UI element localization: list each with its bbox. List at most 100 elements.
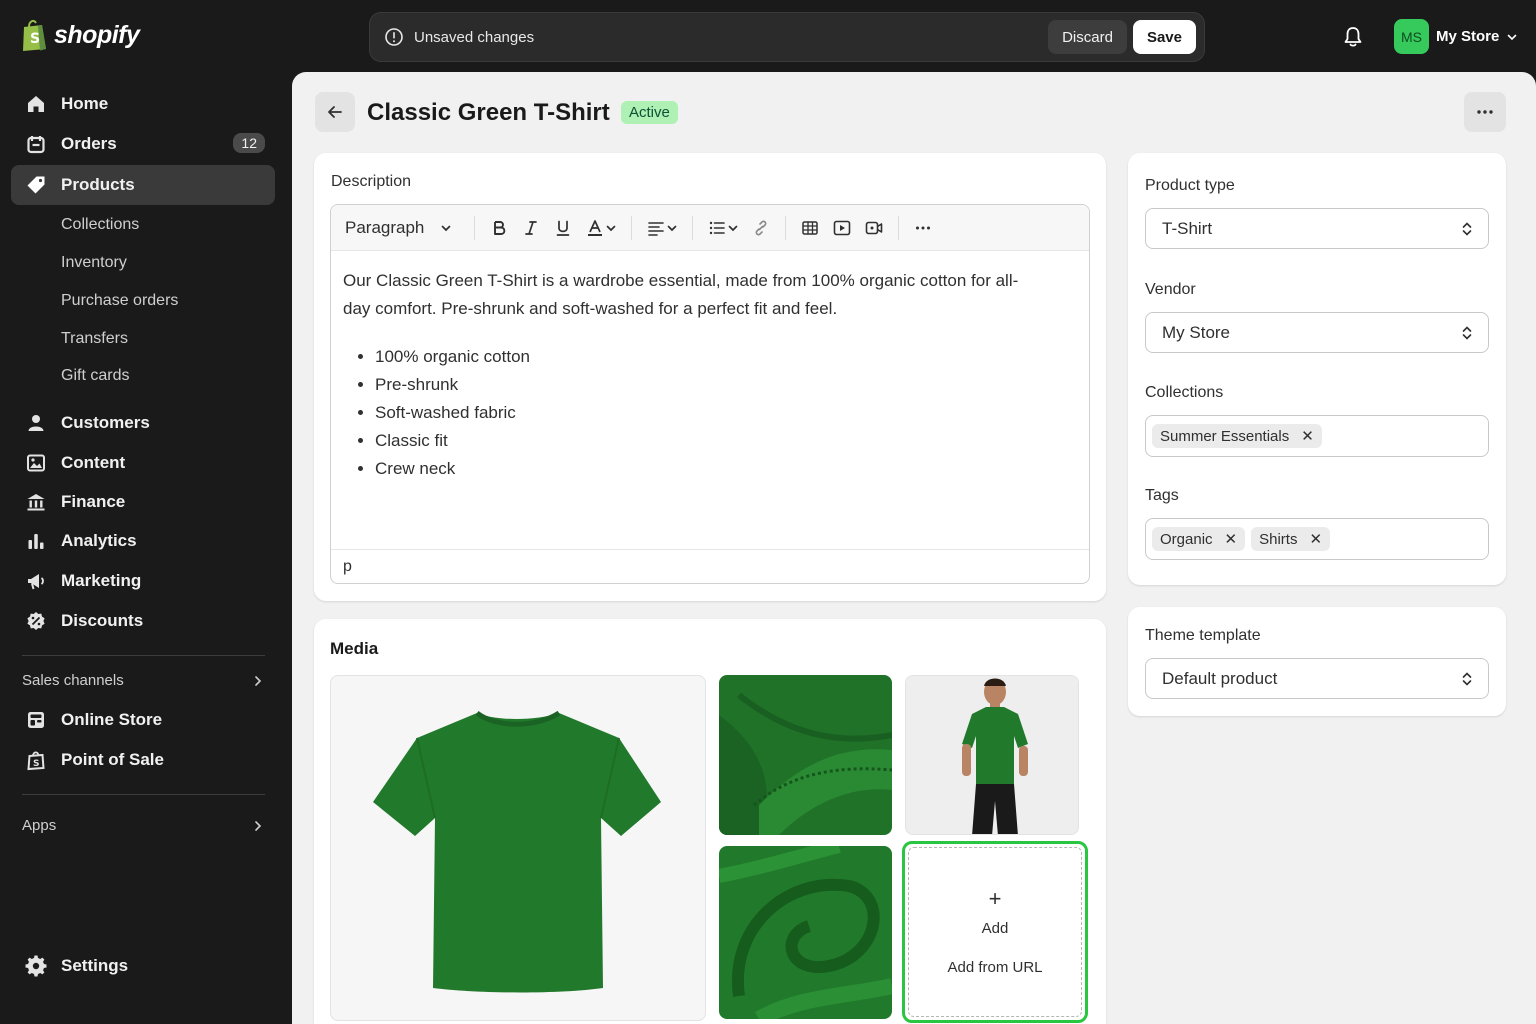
sidebar-item-home[interactable]: Home: [11, 84, 275, 124]
main-content: Classic Green T-Shirt Active Description…: [292, 72, 1536, 1024]
sidebar-item-point-of-sale[interactable]: S Point of Sale: [11, 740, 275, 780]
svg-text:S: S: [30, 31, 40, 47]
chevron-down-icon: [1508, 34, 1517, 40]
sidebar-item-products[interactable]: Products: [11, 165, 275, 205]
ellipsis-icon: [916, 226, 931, 229]
remove-tag-icon[interactable]: ✕: [1225, 530, 1238, 548]
add-media-dropzone[interactable]: + Add Add from URL: [902, 841, 1088, 1023]
more-formatting-button[interactable]: [907, 212, 939, 244]
list-item: 100% organic cotton: [375, 343, 1077, 371]
sidebar-item-label: Customers: [61, 413, 150, 432]
sales-channels-header[interactable]: Sales channels: [22, 672, 265, 689]
image-icon: [25, 452, 47, 474]
media-title: Media: [330, 639, 379, 658]
sidebar-subitem-gift-cards[interactable]: Gift cards: [61, 367, 129, 385]
add-media-button[interactable]: Add: [982, 920, 1009, 937]
sidebar-item-label: Discounts: [61, 611, 144, 630]
sidebar-item-online-store[interactable]: Online Store: [11, 700, 275, 740]
product-type-select[interactable]: T-Shirt: [1145, 208, 1489, 249]
underline-button[interactable]: [547, 212, 579, 244]
table-button[interactable]: [794, 212, 826, 244]
back-button[interactable]: [315, 92, 355, 132]
product-organization-card: Product type T-Shirt Vendor My Store Col…: [1128, 153, 1506, 585]
sidebar-item-customers[interactable]: Customers: [11, 403, 275, 443]
sidebar-item-discounts[interactable]: Discounts: [11, 601, 275, 641]
sales-channels-label: Sales channels: [22, 672, 124, 689]
select-arrows-icon: [1462, 671, 1472, 686]
sidebar-item-label: Analytics: [61, 531, 137, 550]
theme-template-select[interactable]: Default product: [1145, 658, 1489, 699]
tags-label: Tags: [1145, 487, 1179, 504]
list-button[interactable]: [701, 212, 745, 244]
insert-video-button[interactable]: [826, 212, 858, 244]
fabric-texture-image: [719, 846, 892, 1019]
italic-button[interactable]: [515, 212, 547, 244]
align-button[interactable]: [640, 212, 684, 244]
chevron-right-icon: [255, 675, 262, 686]
sidebar-subitem-inventory[interactable]: Inventory: [61, 254, 127, 272]
media-image-model[interactable]: [905, 675, 1079, 835]
editor-content[interactable]: Our Classic Green T-Shirt is a wardrobe …: [331, 251, 1089, 499]
link-button[interactable]: [745, 212, 777, 244]
sidebar-item-analytics[interactable]: Analytics: [11, 521, 275, 561]
collections-input[interactable]: Summer Essentials ✕: [1145, 415, 1489, 457]
apps-label: Apps: [22, 817, 57, 834]
tag-icon: [25, 174, 47, 196]
sidebar-subitem-transfers[interactable]: Transfers: [61, 330, 128, 348]
media-image-fabric-swirl[interactable]: [719, 846, 892, 1019]
logo-text: shopify: [54, 20, 140, 49]
sidebar-item-label: Products: [61, 175, 135, 194]
store-icon: [25, 709, 47, 731]
status-badge: Active: [621, 101, 678, 124]
unsaved-changes-text: Unsaved changes: [414, 28, 535, 46]
format-select-value: Paragraph: [345, 217, 425, 237]
discard-button[interactable]: Discard: [1048, 20, 1127, 54]
play-icon: [834, 220, 851, 235]
sidebar-item-marketing[interactable]: Marketing: [11, 561, 275, 601]
chevron-down-icon: [668, 225, 677, 231]
plus-icon: +: [988, 886, 1002, 911]
add-from-url-button[interactable]: Add from URL: [947, 959, 1042, 976]
sidebar-item-settings[interactable]: Settings: [11, 946, 275, 986]
alert-circle-icon: [385, 28, 403, 46]
media-card: Media + Add Add from URL: [314, 619, 1106, 1024]
store-switcher[interactable]: MS My Store: [1394, 19, 1518, 54]
tags-input[interactable]: Organic ✕ Shirts ✕: [1145, 518, 1489, 560]
notification-bell-icon[interactable]: [1340, 24, 1366, 50]
person-icon: [25, 412, 47, 434]
insert-media-button[interactable]: [858, 212, 890, 244]
italic-icon: [525, 220, 538, 235]
apps-header[interactable]: Apps: [22, 817, 265, 834]
top-bar: S shopify Unsaved changes Discard Save M…: [0, 0, 1536, 72]
media-image-fabric-collar[interactable]: [719, 675, 892, 835]
sidebar-subitem-collections[interactable]: Collections: [61, 216, 139, 234]
sidebar-subitem-purchase-orders[interactable]: Purchase orders: [61, 292, 178, 310]
tag-chip: Organic ✕: [1152, 527, 1246, 551]
chevron-right-icon: [255, 820, 262, 831]
sidebar-item-content[interactable]: Content: [11, 443, 275, 483]
sidebar-divider: [22, 794, 265, 795]
sidebar-item-orders[interactable]: Orders 12: [11, 124, 275, 164]
ellipsis-icon: [1477, 110, 1493, 114]
description-card: Description Paragraph Our Classic Green …: [314, 153, 1106, 601]
shopify-logo[interactable]: S shopify: [20, 18, 140, 52]
model-wearing-shirt-image: [906, 676, 1078, 834]
media-image-tshirt-front[interactable]: [330, 675, 706, 1021]
bold-button[interactable]: [483, 212, 515, 244]
theme-template-label: Theme template: [1145, 627, 1261, 644]
vendor-select[interactable]: My Store: [1145, 312, 1489, 353]
text-color-button[interactable]: [579, 212, 623, 244]
sidebar-item-finance[interactable]: Finance: [11, 482, 275, 522]
sidebar-item-label: Point of Sale: [61, 750, 164, 769]
chevron-down-icon: [442, 225, 451, 231]
format-select[interactable]: Paragraph: [345, 218, 452, 238]
sidebar-item-label: Orders: [61, 134, 117, 153]
tshirt-image: [373, 710, 661, 993]
more-actions-button[interactable]: [1464, 92, 1506, 132]
save-button[interactable]: Save: [1132, 20, 1196, 54]
orders-icon: [25, 133, 47, 155]
remove-tag-icon[interactable]: ✕: [1301, 427, 1314, 445]
rich-text-editor[interactable]: Paragraph Our Classic Green T-Shirt is a…: [330, 204, 1090, 584]
sidebar-item-label: Finance: [61, 492, 126, 511]
remove-tag-icon[interactable]: ✕: [1309, 530, 1322, 548]
